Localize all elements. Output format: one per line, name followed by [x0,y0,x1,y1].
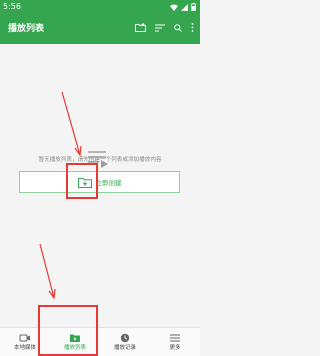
signal-icon [181,3,188,11]
nav-item-local-media[interactable]: 本地媒体 [0,328,50,356]
nav-label: 播放记录 [113,344,136,351]
menu-icon [170,333,180,342]
nav-label: 本地媒体 [13,344,36,351]
create-playlist-button[interactable]: 立即创建 [19,171,180,193]
battery-icon [191,3,196,11]
nav-label: 播放列表 [63,344,86,351]
more-vertical-icon[interactable] [191,23,194,32]
add-folder-icon [77,177,92,188]
add-folder-icon[interactable] [135,23,146,32]
bottom-navigation: 本地媒体 播放列表 播放记录 更多 [0,327,200,356]
app-bar: 播放列表 [0,14,200,44]
nav-label: 更多 [169,344,181,351]
nav-item-history[interactable]: 播放记录 [100,328,150,356]
page-title: 播放列表 [8,24,45,34]
search-icon[interactable] [174,23,182,32]
wifi-icon [170,4,178,11]
create-playlist-label: 立即创建 [95,179,122,187]
status-time: 5:56 [3,2,21,11]
nav-item-more[interactable]: 更多 [150,328,200,356]
empty-message: 暂无播放列表，请先创建一个列表或添加播放内容 [38,157,162,163]
history-icon [120,333,130,342]
status-icons [170,3,196,11]
nav-item-playlist[interactable]: 播放列表 [50,328,100,356]
status-bar: 5:56 [0,0,200,14]
sort-icon[interactable] [155,24,165,32]
video-icon [19,334,30,341]
playlist-folder-icon [70,334,80,342]
